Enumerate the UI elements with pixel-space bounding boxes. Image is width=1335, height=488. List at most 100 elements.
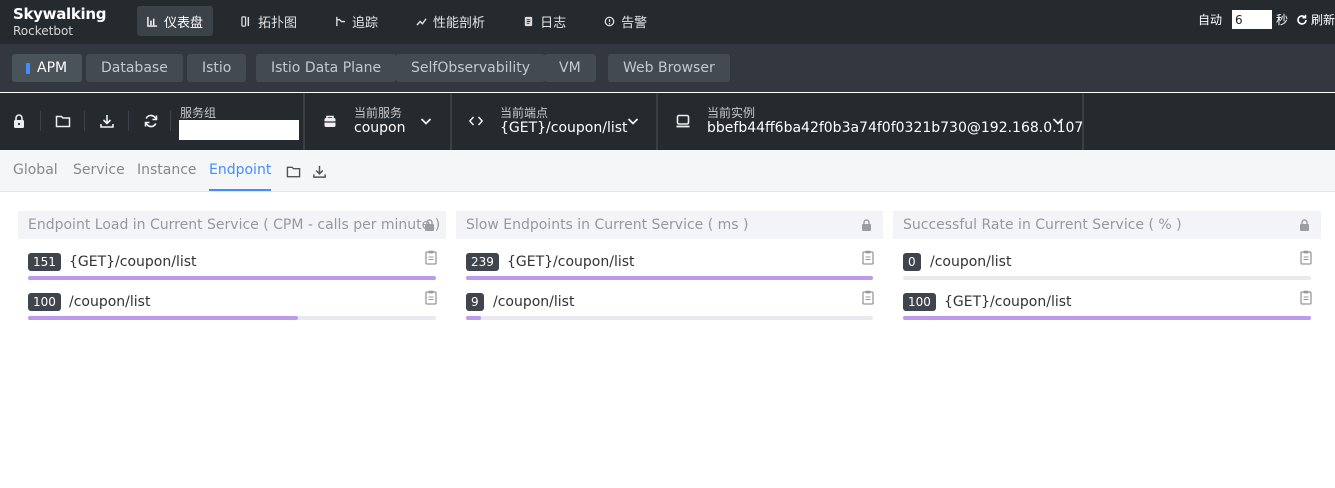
service-group-label: 服务组: [180, 106, 217, 120]
logo-subtitle: Rocketbot: [13, 24, 74, 38]
download-icon[interactable]: [312, 164, 327, 179]
interval-unit: 秒: [1275, 13, 1288, 27]
current-endpoint-value: {GET}/coupon/list: [500, 120, 628, 136]
auto-refresh-label[interactable]: 自动: [1198, 11, 1222, 28]
sync-icon[interactable]: [143, 113, 159, 129]
progress-fill: [466, 316, 482, 320]
top-nav-bar: Skywalking Rocketbot 仪表盘 拓扑图 追踪 性能剖析 日志 …: [0, 0, 1335, 44]
endpoint-label[interactable]: /coupon/list: [930, 254, 1011, 270]
nav-topology-label: 拓扑图: [258, 15, 298, 31]
trace-icon: [336, 16, 346, 26]
list-item: 100 /coupon/list: [18, 279, 446, 320]
tab-service[interactable]: Service: [73, 162, 125, 178]
code-icon: [468, 116, 484, 126]
endpoint-label[interactable]: /coupon/list: [69, 294, 150, 310]
chart-icon: [147, 16, 158, 27]
clipboard-icon[interactable]: [425, 250, 437, 265]
nav-log[interactable]: 日志: [513, 6, 576, 36]
nav-profile-label: 性能剖析: [433, 15, 486, 31]
clipboard-icon[interactable]: [862, 290, 874, 305]
current-endpoint-selector[interactable]: 当前端点 {GET}/coupon/list: [452, 93, 658, 150]
value-badge: 100: [28, 293, 61, 311]
nav-topology[interactable]: 拓扑图: [231, 6, 307, 36]
panel-title: Slow Endpoints in Current Service ( ms ): [456, 211, 883, 239]
chevron-down-icon: [1052, 118, 1064, 125]
list-item: 9 /coupon/list: [456, 279, 883, 320]
clipboard-icon[interactable]: [1300, 250, 1312, 265]
nav-trace[interactable]: 追踪: [325, 6, 388, 36]
chevron-down-icon: [420, 118, 432, 125]
folder-icon[interactable]: [55, 113, 71, 129]
toolbar-divider: [40, 111, 41, 131]
template-tab-selfobservability[interactable]: SelfObservability: [396, 54, 546, 82]
lock-icon[interactable]: [424, 219, 435, 231]
nav-dashboard[interactable]: 仪表盘: [137, 6, 214, 36]
panel-title-text: Successful Rate in Current Service ( % ): [903, 217, 1182, 233]
list-item: 0 /coupon/list: [893, 239, 1321, 280]
panel-title-text: Slow Endpoints in Current Service ( ms ): [466, 217, 749, 233]
template-tab-vm[interactable]: VM: [544, 54, 596, 82]
list-item: 100 {GET}/coupon/list: [893, 279, 1321, 320]
progress-track: [903, 316, 1311, 320]
progress-track: [466, 316, 873, 320]
clipboard-icon[interactable]: [425, 290, 437, 305]
topology-icon: [241, 15, 250, 27]
chevron-down-icon: [627, 118, 639, 125]
template-tab-web-browser[interactable]: Web Browser: [608, 54, 730, 82]
tab-instance[interactable]: Instance: [137, 162, 197, 178]
tab-endpoint[interactable]: Endpoint: [209, 162, 272, 191]
nav-alarm-label: 告警: [621, 15, 648, 31]
template-tab-database[interactable]: Database: [86, 54, 183, 82]
list-item: 239 {GET}/coupon/list: [456, 239, 883, 280]
template-tab-istio[interactable]: Istio: [187, 54, 247, 82]
clipboard-icon[interactable]: [1300, 290, 1312, 305]
main-nav: 仪表盘 拓扑图 追踪 性能剖析 日志 告警: [137, 6, 675, 36]
endpoint-label[interactable]: /coupon/list: [493, 294, 574, 310]
current-instance-label: 当前实例: [707, 106, 756, 120]
endpoint-load-panel: Endpoint Load in Current Service ( CPM -…: [18, 211, 446, 331]
tab-global[interactable]: Global: [13, 162, 58, 178]
toolbar-divider: [84, 111, 85, 131]
refresh-interval-input[interactable]: [1231, 10, 1272, 29]
log-icon: [524, 16, 533, 26]
current-instance-selector[interactable]: 当前实例 bbefb44ff6ba42f0b3a74f0f0321b730@19…: [658, 93, 1084, 150]
progress-track: [28, 316, 436, 320]
nav-alarm[interactable]: 告警: [594, 6, 657, 36]
nav-dashboard-label: 仪表盘: [164, 15, 204, 31]
value-badge: 239: [466, 253, 499, 271]
download-icon[interactable]: [99, 113, 115, 129]
list-item: 151 {GET}/coupon/list: [18, 239, 446, 280]
endpoint-label[interactable]: {GET}/coupon/list: [69, 254, 197, 270]
panel-title: Successful Rate in Current Service ( % ): [893, 211, 1321, 239]
service-icon: [324, 115, 336, 127]
clipboard-icon[interactable]: [862, 250, 874, 265]
nav-profile[interactable]: 性能剖析: [406, 6, 495, 36]
current-endpoint-label: 当前端点: [500, 106, 549, 120]
current-service-label: 当前服务: [354, 106, 403, 120]
instance-icon: [676, 114, 690, 128]
value-badge: 151: [28, 253, 61, 271]
lock-icon[interactable]: [1299, 219, 1310, 231]
template-tab-apm[interactable]: APM: [12, 54, 83, 82]
alarm-icon: [604, 16, 615, 26]
refresh-button[interactable]: 刷新: [1296, 11, 1335, 28]
endpoint-label[interactable]: {GET}/coupon/list: [507, 254, 635, 270]
panel-title: Endpoint Load in Current Service ( CPM -…: [18, 211, 446, 239]
auto-refresh-controls: 自动 秒 刷新: [1198, 10, 1335, 29]
folder-icon[interactable]: [286, 164, 301, 179]
template-tab-istio-data-plane[interactable]: Istio Data Plane: [256, 54, 397, 82]
service-group-input[interactable]: [179, 120, 299, 140]
value-badge: 100: [903, 293, 936, 311]
dashboard-tabs: Global Service Instance Endpoint: [0, 150, 1335, 192]
endpoint-label[interactable]: {GET}/coupon/list: [944, 294, 1072, 310]
lock-icon[interactable]: [11, 113, 27, 129]
refresh-label: 刷新: [1310, 13, 1335, 27]
current-service-selector[interactable]: 当前服务 coupon: [305, 93, 452, 150]
nav-trace-label: 追踪: [352, 15, 379, 31]
lock-icon[interactable]: [861, 219, 872, 231]
current-service-value: coupon: [354, 120, 406, 136]
profile-icon: [416, 17, 427, 26]
panel-title-text: Endpoint Load in Current Service ( CPM -…: [28, 217, 441, 233]
logo-brand: Skywalking: [13, 5, 107, 23]
logo[interactable]: Skywalking Rocketbot: [13, 5, 107, 39]
